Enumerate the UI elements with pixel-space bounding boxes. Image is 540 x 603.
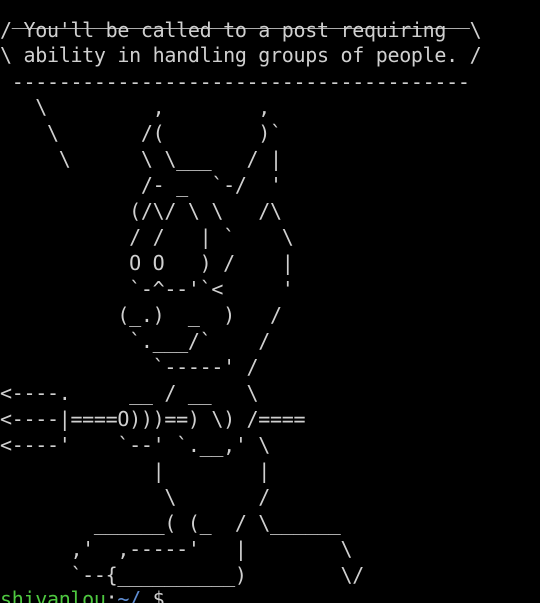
ascii-art-line: \ / xyxy=(0,485,271,509)
ascii-art-line: <----' `--' `.__,' \ xyxy=(0,433,271,457)
speech-bubble-line-1: / You'll be called to a post requiring \ xyxy=(0,18,482,42)
terminal-window[interactable]: _______________________________________ … xyxy=(0,0,540,603)
prompt-symbol: $ xyxy=(140,587,165,603)
ascii-art-line: `.___/` / xyxy=(0,329,271,353)
ascii-art-line: <----. __ / __ \ xyxy=(0,381,259,405)
ascii-art-line: `-----' / xyxy=(0,355,259,379)
ascii-art-line: | | xyxy=(0,459,271,483)
ascii-art-line: <----|====O)))==) \) /==== xyxy=(0,407,306,431)
prompt-separator: : xyxy=(105,587,118,603)
speech-bubble-line-2: \ ability in handling groups of people. … xyxy=(0,43,482,67)
ascii-art-line: \ /( )` xyxy=(0,121,282,145)
ascii-art-line: /- _ `-/ ' xyxy=(0,173,282,197)
shell-prompt[interactable]: shivanlou:~/ $ xyxy=(0,586,165,603)
prompt-path: ~/ xyxy=(117,587,141,603)
ascii-art-line: ______( (_ / \______ xyxy=(0,511,341,535)
ascii-art-line: `--{__________) \/ xyxy=(0,563,364,587)
ascii-art-line: (/\/ \ \ /\ xyxy=(0,199,282,223)
ascii-art-line: (_.) _ ) / xyxy=(0,303,282,327)
ascii-art-line: ,' ,-----' | \ xyxy=(0,537,353,561)
prompt-user-host: shivanlou xyxy=(0,587,106,603)
ascii-art-line: \ \ \___ / | xyxy=(0,147,282,171)
ascii-art-line: / / | ` \ xyxy=(0,225,294,249)
speech-bubble-bottom: --------------------------------------- xyxy=(0,70,470,94)
ascii-art-line: O O ) / | xyxy=(0,251,294,275)
ascii-art-line: `-^--'`< ' xyxy=(0,277,294,301)
ascii-art-line: \ , , xyxy=(0,95,271,119)
